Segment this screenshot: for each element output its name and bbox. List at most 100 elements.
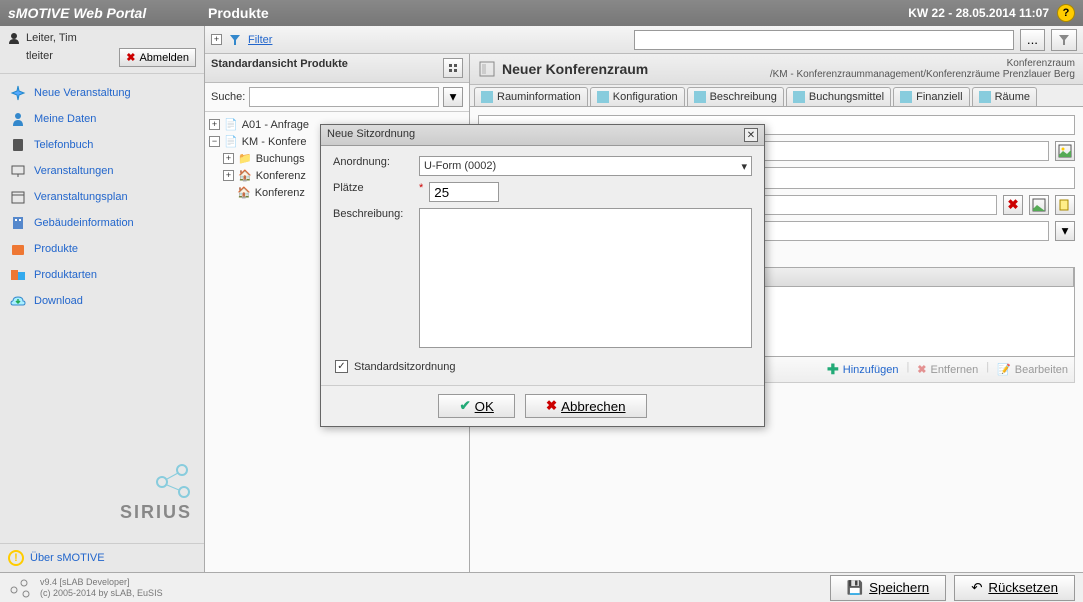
dialog-close-button[interactable]: ✕ bbox=[744, 128, 758, 142]
document-icon: 📄 bbox=[224, 118, 238, 131]
remove-button[interactable]: ✖Entfernen bbox=[917, 361, 978, 378]
nav-neue-veranstaltung[interactable]: Neue Veranstaltung bbox=[4, 80, 200, 106]
nav-gebaeudeinformation[interactable]: Gebäudeinformation bbox=[4, 210, 200, 236]
nav-download[interactable]: Download bbox=[4, 288, 200, 314]
detail-path: /KM - Konferenzraummanagement/Konferenzr… bbox=[770, 69, 1075, 80]
tab-buchungsmittel[interactable]: Buchungsmittel bbox=[786, 87, 891, 106]
user-display-name: Leiter, Tim bbox=[26, 32, 77, 44]
document-icon: 📄 bbox=[224, 135, 238, 148]
edit-icon: 📝 bbox=[997, 363, 1011, 376]
anordnung-label: Anordnung: bbox=[333, 156, 413, 168]
help-icon[interactable]: ? bbox=[1057, 4, 1075, 22]
room-icon: 🏠 bbox=[237, 186, 251, 199]
tree-search-dropdown[interactable]: ▾ bbox=[443, 87, 463, 107]
nav-veranstaltungsplan[interactable]: Veranstaltungsplan bbox=[4, 184, 200, 210]
room-icon bbox=[478, 60, 496, 78]
username: tleiter bbox=[8, 50, 53, 62]
expander-icon[interactable]: + bbox=[223, 153, 234, 164]
cancel-icon: ✖ bbox=[546, 398, 557, 414]
portal-name: sMOTIVE Web Portal bbox=[8, 5, 208, 21]
filter-expander[interactable]: + bbox=[211, 34, 222, 45]
user-icon bbox=[8, 32, 20, 44]
detail-type: Konferenzraum bbox=[770, 58, 1075, 69]
product-types-icon bbox=[10, 267, 26, 283]
remove-icon: ✖ bbox=[917, 363, 926, 376]
copyright-label: (c) 2005-2014 by sLAB, EuSIS bbox=[40, 588, 163, 599]
plaetze-label: Plätze bbox=[333, 182, 413, 194]
phone-icon bbox=[10, 137, 26, 153]
new-seating-dialog: Neue Sitzordnung ✕ Anordnung: U-Form (00… bbox=[320, 124, 765, 427]
version-label: v9.4 [sLAB Developer] bbox=[40, 577, 163, 588]
save-button[interactable]: 💾Speichern bbox=[830, 575, 947, 601]
presentation-icon bbox=[10, 163, 26, 179]
plaetze-input[interactable] bbox=[429, 182, 499, 202]
delete-button[interactable]: ✖ bbox=[1003, 195, 1023, 215]
close-icon: ✖ bbox=[126, 51, 135, 64]
plus-icon: ✚ bbox=[827, 361, 839, 378]
undo-icon: ↶ bbox=[971, 580, 982, 596]
detail-tabs: Rauminformation Konfiguration Beschreibu… bbox=[470, 85, 1083, 107]
tab-beschreibung[interactable]: Beschreibung bbox=[687, 87, 784, 106]
search-options-button[interactable]: ... bbox=[1020, 29, 1045, 51]
add-button[interactable]: ✚Hinzufügen bbox=[827, 361, 898, 378]
ok-button[interactable]: ✔OK bbox=[438, 394, 514, 418]
tab-raeume[interactable]: Räume bbox=[972, 87, 1037, 106]
download-icon bbox=[10, 293, 26, 309]
main-header: sMOTIVE Web Portal Produkte KW 22 - 28.0… bbox=[0, 0, 1083, 26]
quick-search-input[interactable] bbox=[634, 30, 1014, 50]
tree-search-input[interactable] bbox=[249, 87, 439, 107]
building-icon bbox=[10, 215, 26, 231]
edit-button[interactable]: 📝Bearbeiten bbox=[997, 361, 1068, 378]
expander-icon[interactable]: + bbox=[209, 119, 220, 130]
nav-menu: Neue Veranstaltung Meine Daten Telefonbu… bbox=[0, 74, 204, 320]
beschreibung-textarea[interactable] bbox=[419, 208, 752, 348]
dialog-title: Neue Sitzordnung bbox=[327, 128, 415, 142]
copy-button[interactable] bbox=[1055, 195, 1075, 215]
sparkle-icon bbox=[10, 85, 26, 101]
nav-veranstaltungen[interactable]: Veranstaltungen bbox=[4, 158, 200, 184]
tree-settings-button[interactable] bbox=[443, 58, 463, 78]
nav-meine-daten[interactable]: Meine Daten bbox=[4, 106, 200, 132]
cancel-button[interactable]: ✖Abbrechen bbox=[525, 394, 647, 418]
expander-icon[interactable]: − bbox=[209, 136, 220, 147]
logout-button[interactable]: ✖ Abmelden bbox=[119, 48, 196, 67]
save-icon: 💾 bbox=[847, 580, 864, 596]
tab-finanziell[interactable]: Finanziell bbox=[893, 87, 969, 106]
user-block: Leiter, Tim tleiter ✖ Abmelden bbox=[0, 26, 204, 74]
tab-rauminformation[interactable]: Rauminformation bbox=[474, 87, 588, 106]
folder-icon: 📁 bbox=[238, 152, 252, 165]
beschreibung-label: Beschreibung: bbox=[333, 208, 413, 220]
sirius-small-logo bbox=[8, 578, 32, 598]
image-picker-button[interactable] bbox=[1055, 141, 1075, 161]
dropdown-button[interactable]: ▾ bbox=[1055, 221, 1075, 241]
nav-telefonbuch[interactable]: Telefonbuch bbox=[4, 132, 200, 158]
header-datetime: KW 22 - 28.05.2014 11:07 bbox=[908, 6, 1049, 20]
info-icon: ! bbox=[8, 550, 24, 566]
nav-produktarten[interactable]: Produktarten bbox=[4, 262, 200, 288]
about-link[interactable]: ! Über sMOTIVE bbox=[0, 543, 204, 572]
reset-button[interactable]: ↶Rücksetzen bbox=[954, 575, 1075, 601]
std-checkbox[interactable]: ✓ bbox=[335, 360, 348, 373]
room-icon: 🏠 bbox=[238, 169, 252, 182]
std-label: Standardsitzordnung bbox=[354, 361, 456, 373]
nav-produkte[interactable]: Produkte bbox=[4, 236, 200, 262]
filter-link[interactable]: Filter bbox=[248, 34, 272, 46]
tree-pane-title: Standardansicht Produkte bbox=[211, 58, 348, 78]
filter-icon bbox=[228, 33, 242, 47]
sidebar: Leiter, Tim tleiter ✖ Abmelden Neue Vera… bbox=[0, 26, 205, 572]
anordnung-select[interactable]: U-Form (0002) ▾ bbox=[419, 156, 752, 176]
detail-title: Neuer Konferenzraum bbox=[502, 61, 648, 77]
tab-konfiguration[interactable]: Konfiguration bbox=[590, 87, 685, 106]
logout-label: Abmelden bbox=[139, 52, 189, 64]
expander-icon[interactable]: + bbox=[223, 170, 234, 181]
product-icon bbox=[10, 241, 26, 257]
footer: v9.4 [sLAB Developer] (c) 2005-2014 by s… bbox=[0, 572, 1083, 602]
sirius-logo: SIRIUS bbox=[0, 442, 204, 543]
chevron-down-icon: ▾ bbox=[741, 160, 747, 173]
search-label: Suche: bbox=[211, 91, 245, 103]
filter-funnel-button[interactable] bbox=[1051, 29, 1077, 51]
calendar-icon bbox=[10, 189, 26, 205]
page-title: Produkte bbox=[208, 5, 908, 21]
person-icon bbox=[10, 111, 26, 127]
image-button[interactable] bbox=[1029, 195, 1049, 215]
